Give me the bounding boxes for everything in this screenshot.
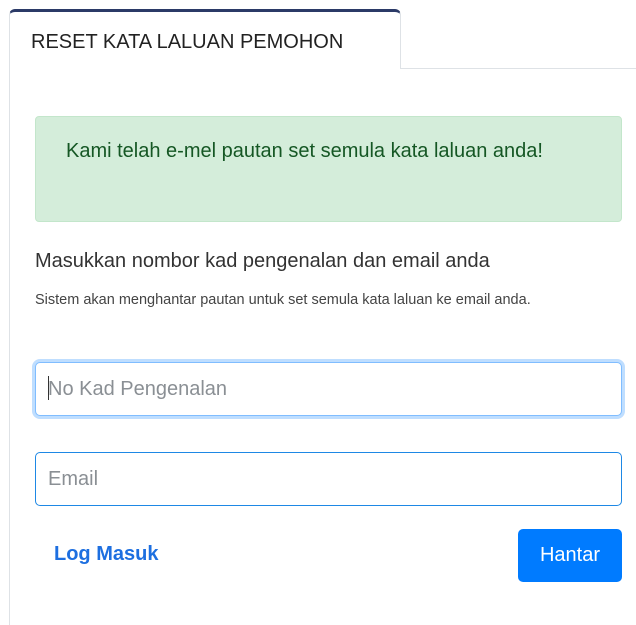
form-helper-text: Sistem akan menghantar pautan untuk set … [35, 292, 531, 308]
reset-password-page: RESET KATA LALUAN PEMOHON Kami telah e-m… [0, 0, 636, 625]
ic-number-input[interactable] [35, 362, 622, 416]
success-alert: Kami telah e-mel pautan set semula kata … [35, 116, 622, 222]
email-input[interactable] [35, 452, 622, 506]
text-cursor [48, 376, 49, 400]
login-link[interactable]: Log Masuk [54, 543, 158, 566]
success-alert-message: Kami telah e-mel pautan set semula kata … [66, 140, 543, 162]
submit-button[interactable]: Hantar [518, 529, 622, 582]
form-heading: Masukkan nombor kad pengenalan dan email… [35, 250, 490, 272]
tab-label: RESET KATA LALUAN PEMOHON [31, 31, 344, 53]
tab-reset-password[interactable]: RESET KATA LALUAN PEMOHON [9, 9, 401, 69]
